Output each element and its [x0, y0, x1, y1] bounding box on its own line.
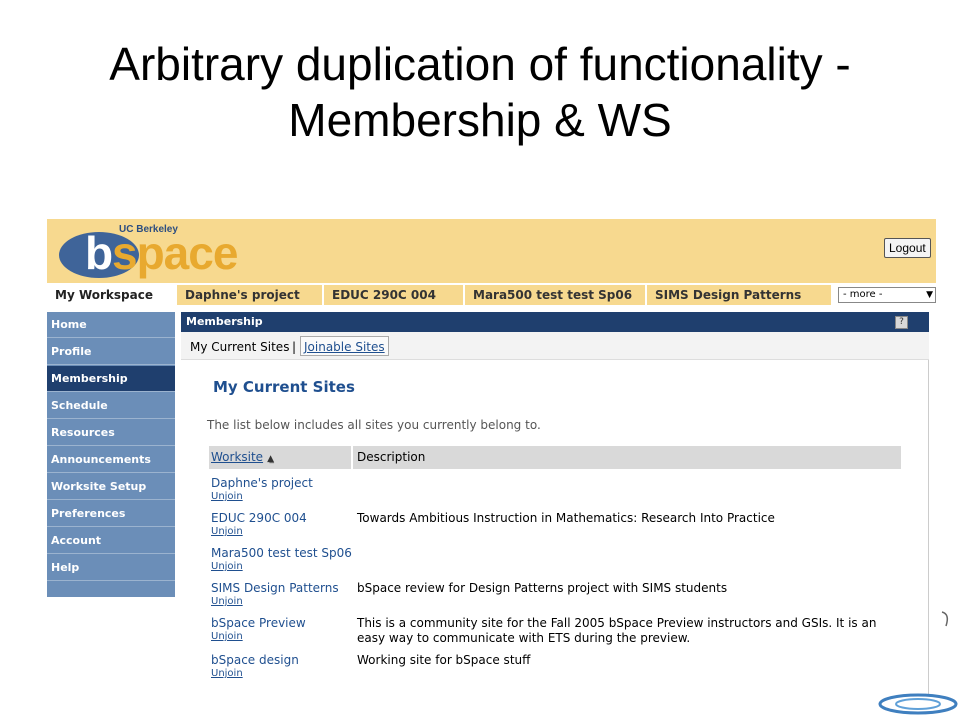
site-link[interactable]: bSpace design: [211, 653, 299, 667]
bspace-logo[interactable]: UC Berkeley b space: [57, 222, 238, 279]
site-description: Towards Ambitious Instruction in Mathema…: [357, 511, 775, 525]
membership-tabs: My Current Sites | Joinable Sites: [181, 332, 929, 360]
site-link[interactable]: Daphne's project: [211, 476, 313, 490]
site-link[interactable]: SIMS Design Patterns: [211, 581, 339, 595]
slide-title: Arbitrary duplication of functionality -…: [0, 36, 960, 148]
membership-tool: Membership ? My Current Sites | Joinable…: [181, 312, 929, 696]
help-icon[interactable]: ?: [895, 316, 908, 329]
chevron-down-icon: ▼: [926, 290, 933, 300]
more-sites-select[interactable]: - more - ▼: [838, 287, 936, 303]
unjoin-link[interactable]: Unjoin: [211, 596, 243, 607]
site-description: bSpace review for Design Patterns projec…: [357, 581, 728, 595]
slide-title-line-2: Membership & WS: [288, 94, 672, 146]
site-banner: UC Berkeley b space Logout: [47, 219, 936, 283]
tool-menu-announcements[interactable]: Announcements: [47, 447, 175, 473]
unjoin-link[interactable]: Unjoin: [211, 668, 243, 679]
tab-my-workspace[interactable]: My Workspace: [47, 285, 175, 305]
tool-menu-home[interactable]: Home: [47, 312, 175, 338]
site-link[interactable]: EDUC 290C 004: [211, 511, 307, 525]
tool-menu: Home Profile Membership Schedule Resourc…: [47, 312, 175, 597]
tool-menu-worksite-setup[interactable]: Worksite Setup: [47, 474, 175, 500]
tool-menu-help[interactable]: Help: [47, 555, 175, 581]
tab-educ-290c-004[interactable]: EDUC 290C 004: [324, 285, 463, 305]
logo-word-space: space: [112, 227, 238, 279]
tool-menu-account[interactable]: Account: [47, 528, 175, 554]
site-description: Working site for bSpace stuff: [357, 653, 531, 667]
more-sites-value: - more -: [843, 289, 883, 300]
worksite-column-header[interactable]: Worksite ▲̲: [209, 446, 353, 469]
tab-joinable-sites[interactable]: Joinable Sites: [300, 336, 389, 356]
tool-menu-membership[interactable]: Membership: [47, 366, 175, 392]
sort-ascending-icon: ▲̲: [267, 454, 274, 464]
decorative-swirl: [878, 611, 958, 715]
tab-separator: |: [292, 340, 297, 354]
unjoin-link[interactable]: Unjoin: [211, 526, 243, 537]
tool-menu-schedule[interactable]: Schedule: [47, 393, 175, 419]
site-link[interactable]: Mara500 test test Sp06: [211, 546, 352, 560]
logo-letter-b: b: [85, 227, 114, 279]
tab-daphnes-project[interactable]: Daphne's project: [177, 285, 322, 305]
site-description: This is a community site for the Fall 20…: [357, 616, 877, 645]
intro-text: The list below includes all sites you cu…: [207, 418, 541, 432]
tool-menu-profile[interactable]: Profile: [47, 339, 175, 365]
logout-button[interactable]: Logout: [884, 238, 931, 258]
unjoin-link[interactable]: Unjoin: [211, 561, 243, 572]
site-link[interactable]: bSpace Preview: [211, 616, 306, 630]
site-tabs: My Workspace Daphne's project EDUC 290C …: [47, 283, 936, 305]
tab-mara500-test[interactable]: Mara500 test test Sp06: [465, 285, 645, 305]
sites-table-header: Worksite ▲̲ Description: [209, 446, 901, 469]
bspace-screenshot: UC Berkeley b space Logout My Workspace …: [47, 219, 936, 696]
tool-menu-preferences[interactable]: Preferences: [47, 501, 175, 527]
slide-title-line-1: Arbitrary duplication of functionality -: [109, 38, 851, 90]
tab-sims-design-patterns[interactable]: SIMS Design Patterns: [647, 285, 831, 305]
tool-title: Membership: [181, 312, 929, 332]
page-title: My Current Sites: [213, 378, 355, 396]
tab-my-current-sites: My Current Sites: [190, 340, 290, 354]
unjoin-link[interactable]: Unjoin: [211, 631, 243, 642]
description-column-header: Description: [357, 450, 426, 464]
unjoin-link[interactable]: Unjoin: [211, 491, 243, 502]
worksite-header-label: Worksite: [211, 450, 264, 464]
tool-menu-resources[interactable]: Resources: [47, 420, 175, 446]
